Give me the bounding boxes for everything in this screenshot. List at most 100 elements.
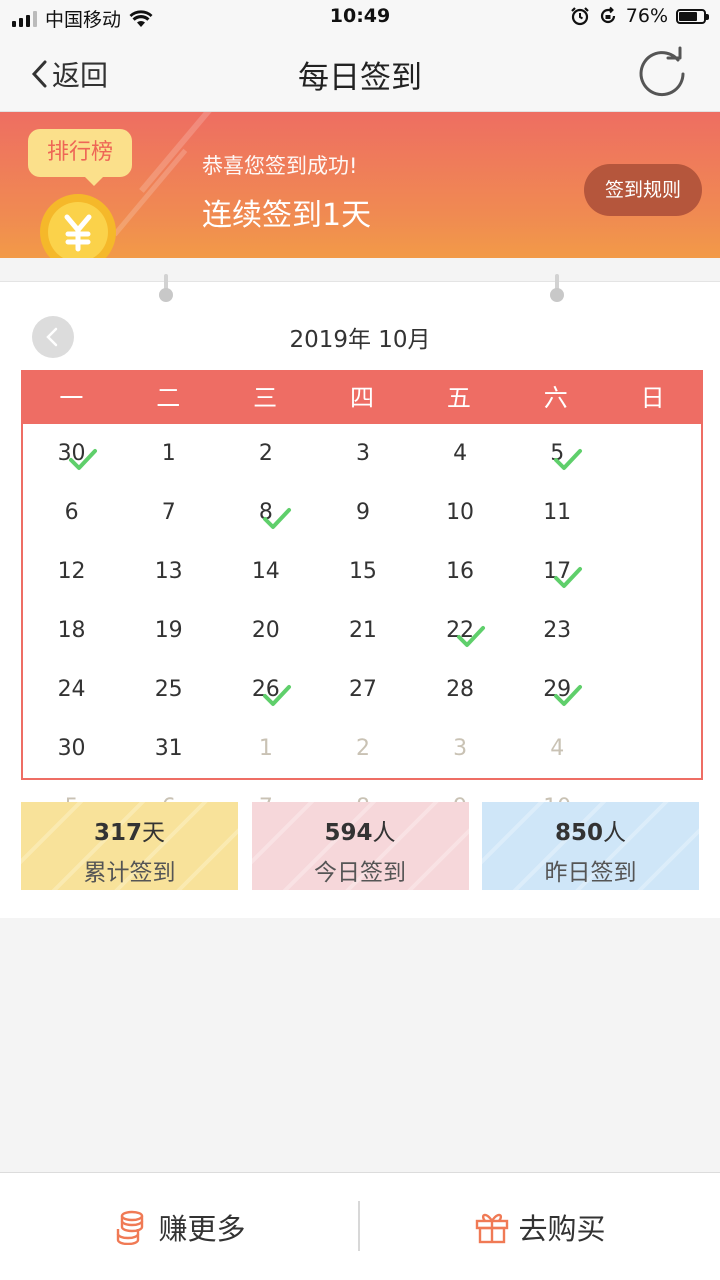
stats-row: 317天 累计签到 594人 今日签到 850人 昨日签到 — [21, 802, 699, 890]
stat-value: 850 — [554, 820, 603, 846]
stat-value: 317 — [93, 820, 142, 846]
weekday-label: 六 — [543, 384, 568, 412]
day-number: 15 — [348, 559, 377, 584]
calendar-day: 9 — [314, 483, 411, 542]
nav-bar: 返回 每日签到 — [0, 34, 720, 112]
binder-ring — [550, 274, 564, 302]
weekday-label: 二 — [156, 384, 181, 412]
tab-label: 去购买 — [518, 1211, 606, 1246]
calendar-day: 26 — [217, 660, 314, 719]
checkmark-icon — [457, 626, 486, 647]
success-text: 恭喜您签到成功! — [202, 154, 358, 178]
binder-ring — [159, 274, 173, 302]
calendar-day: 15 — [314, 542, 411, 601]
day-number: 3 — [355, 441, 370, 466]
day-number: 11 — [543, 500, 572, 525]
day-number: 19 — [154, 618, 183, 643]
day-number: 31 — [154, 736, 183, 761]
calendar-day: 21 — [314, 601, 411, 660]
weekday-label: 四 — [350, 384, 374, 412]
calendar-day: 20 — [217, 601, 314, 660]
stat-value: 594 — [324, 820, 373, 846]
battery-fill — [679, 11, 698, 21]
day-number: 21 — [348, 618, 377, 643]
calendar-day: 7 — [120, 483, 217, 542]
day-number: 25 — [154, 677, 183, 702]
calendar-day: 19 — [120, 601, 217, 660]
weekday-header: 一二三四五六日 — [23, 372, 701, 424]
checkmark-icon — [554, 567, 583, 588]
day-number: 16 — [446, 559, 475, 584]
calendar-day: 24 — [23, 660, 120, 719]
weekday-label: 日 — [640, 384, 665, 412]
day-number: 24 — [57, 677, 86, 702]
day-number: 1 — [258, 736, 273, 761]
day-number: 7 — [161, 500, 176, 525]
rotation-lock-icon — [600, 6, 615, 24]
day-number: 28 — [446, 677, 475, 702]
day-number: 3 — [453, 736, 468, 761]
month-title: 2019年 10月 — [289, 327, 431, 353]
calendar-day: 10 — [412, 483, 509, 542]
calendar-day-outside: 1 — [217, 719, 314, 778]
signin-message: 恭喜您签到成功! 连续签到1天 — [202, 150, 371, 234]
bottom-tab-bar: 赚更多 去购买 — [0, 1172, 720, 1280]
weekday-label: 一 — [59, 384, 84, 412]
refresh-icon[interactable] — [634, 46, 690, 102]
alarm-icon — [570, 7, 589, 26]
go-buy-tab[interactable]: 去购买 — [360, 1173, 720, 1280]
calendar-day: 30 — [23, 424, 120, 483]
day-number: 18 — [57, 618, 86, 643]
calendar-day: 3 — [314, 424, 411, 483]
signin-rules-button[interactable]: 签到规则 — [584, 164, 702, 216]
weekday-label: 三 — [253, 384, 278, 412]
calendar-day: 12 — [23, 542, 120, 601]
earn-more-tab[interactable]: 赚更多 — [0, 1173, 360, 1280]
status-right: 76% — [570, 5, 709, 27]
calendar-day: 2 — [217, 424, 314, 483]
tab-label: 赚更多 — [158, 1211, 246, 1246]
calendar-day: 1 — [120, 424, 217, 483]
calendar-day: 16 — [412, 542, 509, 601]
day-number: 12 — [57, 559, 86, 584]
stat-unit: 天 — [142, 820, 165, 846]
day-number: 10 — [446, 500, 475, 525]
stat-yesterday-signins: 850人 昨日签到 — [482, 802, 699, 890]
calendar-day: 29 — [509, 660, 606, 719]
calendar-day: 30 — [23, 719, 120, 778]
stat-unit: 人 — [603, 820, 626, 846]
calendar-day-outside: 2 — [314, 719, 411, 778]
day-number: 20 — [251, 618, 280, 643]
day-number: 2 — [355, 736, 370, 761]
page-title: 每日签到 — [298, 60, 422, 96]
day-number: 6 — [64, 500, 79, 525]
stat-label: 累计签到 — [83, 860, 176, 886]
stat-total-signins: 317天 累计签到 — [21, 802, 238, 890]
checkmark-icon — [68, 449, 97, 470]
signin-banner: 排行榜 恭喜您签到成功! 连续签到1天 签到规则 — [0, 112, 720, 258]
tab-divider — [358, 1201, 360, 1251]
calendar-days: 30 1 2 3 4 5 6 7 8 9 10 11 12 13 14 15 16 17 18 19 20 21 22 23 2… — [23, 424, 701, 837]
stat-label: 昨日签到 — [544, 860, 637, 886]
calendar-day: 13 — [120, 542, 217, 601]
gift-icon — [476, 1213, 509, 1243]
leaderboard-button[interactable]: 排行榜 — [28, 129, 132, 186]
checkmark-icon — [554, 685, 583, 706]
day-number: 13 — [154, 559, 183, 584]
weekday-label: 五 — [446, 384, 471, 412]
calendar-day: 6 — [23, 483, 120, 542]
day-number: 4 — [453, 441, 468, 466]
stat-unit: 人 — [372, 820, 396, 846]
day-number: 23 — [543, 618, 572, 643]
coins-stack-icon — [117, 1210, 144, 1245]
battery-icon — [676, 8, 709, 24]
checkmark-icon — [262, 508, 291, 529]
calendar-day: 17 — [509, 542, 606, 601]
day-number: 9 — [355, 500, 370, 525]
day-number: 1 — [161, 441, 176, 466]
battery-percent: 76% — [625, 5, 668, 27]
calendar-day: 5 — [509, 424, 606, 483]
day-number: 30 — [57, 736, 86, 761]
calendar-day: 25 — [120, 660, 217, 719]
calendar-day: 18 — [23, 601, 120, 660]
